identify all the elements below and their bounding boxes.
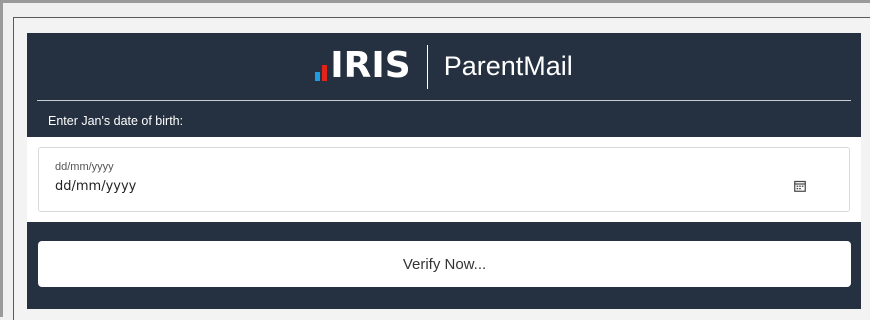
iris-logo: IRIS — [315, 44, 411, 86]
brand-header: IRIS ParentMail — [27, 33, 861, 100]
verification-panel: IRIS ParentMail Enter Jan's date of birt… — [27, 33, 861, 309]
calendar-icon[interactable] — [794, 180, 806, 192]
product-name: ParentMail — [443, 51, 573, 81]
verify-now-button[interactable]: Verify Now... — [38, 241, 851, 287]
date-field-value[interactable]: dd/mm/yyyy — [55, 179, 136, 194]
dob-prompt-label: Enter Jan's date of birth: — [48, 114, 184, 128]
logo-divider — [426, 44, 428, 89]
logo-bar-blue — [315, 71, 321, 81]
input-section: dd/mm/yyyy dd/mm/yyyy — [27, 137, 861, 222]
iris-bars-icon — [315, 64, 328, 84]
date-field-placeholder: dd/mm/yyyy — [55, 161, 114, 173]
date-of-birth-field[interactable]: dd/mm/yyyy dd/mm/yyyy — [38, 147, 850, 212]
logo-bar-red — [322, 64, 328, 81]
header-divider — [37, 100, 851, 101]
iris-wordmark: IRIS — [330, 44, 411, 86]
